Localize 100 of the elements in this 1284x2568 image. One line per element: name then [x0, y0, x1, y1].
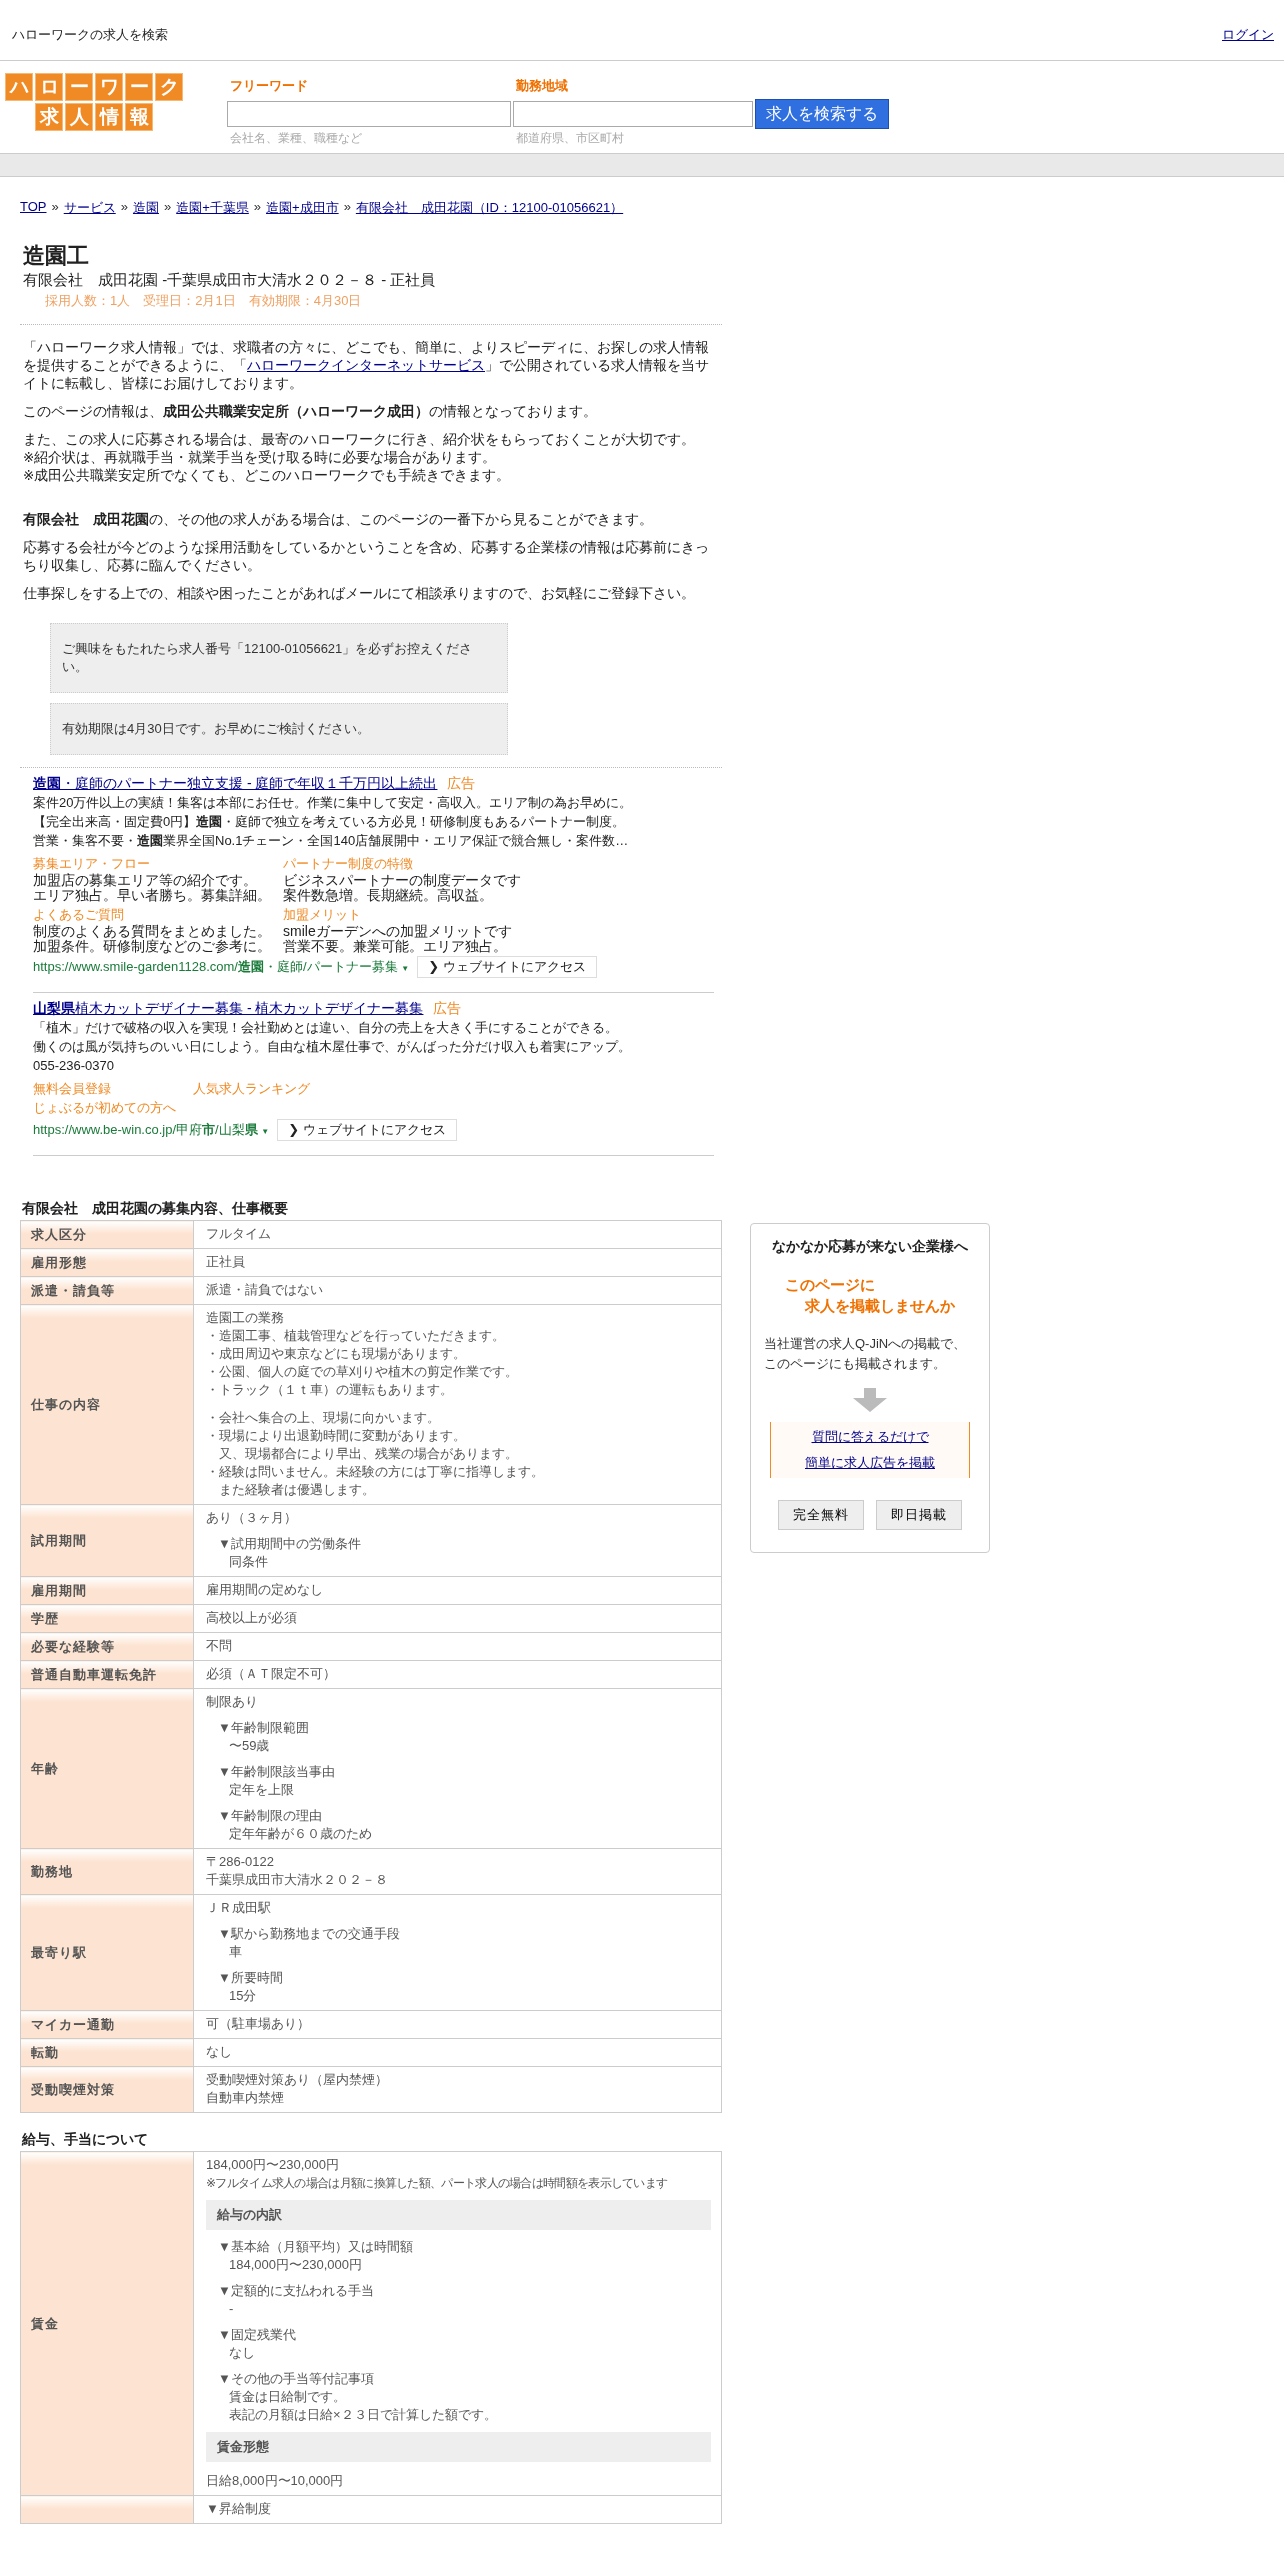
logo-tile: ー: [125, 73, 153, 101]
logo-tile: ハ: [5, 73, 33, 101]
ad-title-link[interactable]: 山梨県植木カットデザイナー募集 - 植木カットデザイナー募集: [33, 1000, 424, 1016]
caret-icon[interactable]: ▼: [261, 1126, 270, 1136]
cell-text: 不問: [206, 1637, 233, 1655]
cell-subheading: 給与の内訳: [206, 2200, 711, 2230]
breadcrumb-separator: »: [51, 199, 59, 216]
login-link[interactable]: ログイン: [1222, 26, 1274, 44]
sitelink-text: 営業不要。兼業可能。エリア独占。: [283, 938, 507, 954]
row-label: 試用期間: [20, 1504, 194, 1577]
ad-label: 広告: [447, 775, 476, 791]
logo-tile: ー: [65, 73, 93, 101]
breadcrumb-link[interactable]: 造園+千葉県: [176, 199, 249, 217]
search-button[interactable]: 求人を検索する: [755, 99, 889, 129]
logo-tile: ロ: [35, 73, 63, 101]
note-text: 184,000円〜230,000円: [229, 2256, 363, 2274]
logo-tile: 情: [95, 103, 123, 131]
note-heading: ▼固定残業代: [218, 2326, 297, 2344]
field-hint: 会社名、業種、職種など: [230, 130, 363, 147]
ad-title-link[interactable]: 造園・庭師のパートナー独立支援 - 庭師で年収１千万円以上続出: [33, 775, 438, 791]
row-label: マイカー通勤: [20, 2010, 194, 2039]
search-field[interactable]: [513, 101, 753, 127]
note-heading: ▼年齢制限該当事由: [218, 1763, 336, 1781]
intro-paragraph: 応募する会社が今どのような採用活動をしているかということを含め、応募する企業様の情報は応募前にきっちり収集し、応募に臨んでください。: [23, 539, 710, 575]
cell-text: 雇用期間の定めなし: [206, 1581, 324, 1599]
breadcrumb-link[interactable]: サービス: [63, 199, 116, 217]
intro-paragraph: 有限会社 成田花園の、その他の求人がある場合は、このページの一番下から見ることができます。: [23, 511, 654, 529]
sidebar-catchphrase: このページに: [785, 1276, 875, 1295]
search-field[interactable]: [227, 101, 511, 127]
sidebar-title: なかなか応募が来ない企業様へ: [772, 1238, 968, 1256]
cell-text: なし: [206, 2043, 233, 2061]
breadcrumb-separator: »: [343, 199, 351, 216]
cell-text: 正社員: [206, 1253, 246, 1271]
row-label: 年齢: [20, 1688, 194, 1849]
sidebar-catchphrase: 求人を掲載しませんか: [805, 1297, 955, 1316]
job-meta: 採用人数：1人 受理日：2月1日 有効期限：4月30日: [45, 292, 363, 310]
notice-box: ご興味をもたれたら求人番号「12100-01056621」を必ずお控えください。: [50, 623, 508, 693]
cell-text: 制限あり: [206, 1693, 259, 1711]
logo-tile: 人: [65, 103, 93, 131]
row-label: 雇用期間: [20, 1576, 194, 1605]
cell-text: 184,000円〜230,000円: [206, 2156, 340, 2174]
visit-site-button[interactable]: ❯ ウェブサイトにアクセス: [277, 1119, 457, 1141]
section-heading: 有限会社 成田花園の募集内容、仕事概要: [22, 1200, 289, 1218]
breadcrumb-separator: »: [253, 199, 262, 216]
intro-paragraph: また、この求人に応募される場合は、最寄のハローワークに行き、紹介状をもらっておくことが大切です。 ※紹介状は、再就職手当・就業手当を受け取る時に必要な場合があります。 ※成田公共職業安定所でなくても、どこのハローワークでも手続きできます。: [23, 431, 696, 485]
note-heading: ▼その他の手当等付記事項: [218, 2370, 375, 2388]
note-text: 定年を上限: [229, 1781, 295, 1799]
visit-site-button[interactable]: ❯ ウェブサイトにアクセス: [417, 956, 597, 978]
caret-icon[interactable]: ▼: [401, 963, 410, 973]
sitelink-text: smileガーデンへの加盟メリットです: [283, 923, 512, 939]
row-label: 雇用形態: [20, 1248, 194, 1277]
intro-paragraph: 仕事探しをする上での、相談や困ったことがあればメールにて相談承りますので、お気軽にご登録下さい。: [23, 585, 696, 603]
note-heading: ▼基本給（月額平均）又は時間額: [218, 2238, 414, 2256]
sidebar-button[interactable]: 即日掲載: [876, 1500, 962, 1530]
note-heading: ▼年齢制限の理由: [218, 1807, 323, 1825]
note-heading: ▼年齢制限範囲: [218, 1719, 310, 1737]
breadcrumb-link[interactable]: 有限会社 成田花園（ID：12100-01056621）: [355, 199, 624, 217]
note-text: なし: [229, 2344, 256, 2362]
sidebar-button[interactable]: 完全無料: [778, 1500, 864, 1530]
cell-text: 派遣・請負ではない: [206, 1281, 324, 1299]
cell-subheading: 賃金形態: [206, 2432, 711, 2462]
breadcrumb-link[interactable]: 造園+成田市: [266, 199, 339, 217]
row-label: 学歴: [20, 1604, 194, 1633]
note-text: 〜59歳: [229, 1737, 271, 1755]
sidebar-link[interactable]: 簡単に求人広告を掲載: [805, 1454, 935, 1472]
cell-text: 〒286-0122 千葉県成田市大清水２０２－８: [206, 1853, 389, 1889]
note-heading: ▼試用期間中の労働条件: [218, 1535, 362, 1553]
row-label: 仕事の内容: [20, 1304, 194, 1505]
cell-text: ＪＲ成田駅: [206, 1899, 272, 1917]
breadcrumb-separator: »: [120, 199, 128, 216]
breadcrumb-link[interactable]: TOP: [20, 199, 47, 217]
cell-text: 日給8,000円〜10,000円: [206, 2472, 345, 2490]
cell-text: 高校以上が必須: [206, 1609, 298, 1627]
cell-text: フルタイム: [206, 1225, 272, 1243]
cell-text: ▼昇給制度: [206, 2500, 272, 2518]
sidebar-text: 当社運営の求人Q-JiNへの掲載で、このページにも掲載されます。: [764, 1335, 968, 1373]
note-heading: ▼定額的に支払われる手当: [218, 2282, 375, 2300]
row-label: 転勤: [20, 2038, 194, 2067]
job-subtitle: 有限会社 成田花園 -千葉県成田市大清水２０２－８ - 正社員: [23, 271, 437, 290]
logo-tile: 求: [35, 103, 63, 131]
section-heading: 給与、手当について: [22, 2131, 149, 2149]
breadcrumb-link[interactable]: 造園: [132, 199, 159, 217]
service-link[interactable]: ハローワークインターネットサービス: [247, 358, 485, 373]
sitelink-text: 加盟店の募集エリア等の紹介です。: [33, 872, 257, 888]
ad-description: 「植木」だけで破格の収入を実現！会社勤めとは違い、自分の売上を大きく手にすることができる。: [33, 1020, 618, 1035]
row-label: 普通自動車運転免許: [20, 1660, 194, 1689]
row-label: 必要な経験等: [20, 1632, 194, 1661]
logo-tile: 報: [125, 103, 153, 131]
row-label: 受動喫煙対策: [20, 2066, 194, 2113]
job-title: 造園工: [23, 242, 90, 270]
notice-box: 有効期限は4月30日です。お早めにご検討ください。: [50, 703, 508, 755]
ad-description: 働くのは風が気持ちのいい日にしよう。自由な植木屋仕事で、がんばった分だけ収入も着実にアップ。: [33, 1039, 631, 1054]
intro-paragraph: 「ハローワーク求人情報」では、求職者の方々に、どこでも、簡単に、よりスピーディに、お探しの求人情報を提供することができるように、「ハローワークインターネットサービス」で公開されている求人情報を当サイトに転載し、皆様にお届けしております。: [23, 339, 710, 393]
site-title: ハローワークの求人を検索: [12, 26, 168, 44]
field-label: 勤務地域: [516, 77, 569, 95]
row-label: 勤務地: [20, 1848, 194, 1895]
note-text: 賃金は日給制です。 表記の月額は日給×２３日で計算した額です。: [229, 2388, 498, 2424]
sidebar-link[interactable]: 質問に答えるだけで: [811, 1428, 929, 1446]
cell-text: 可（駐車場あり）: [206, 2015, 311, 2033]
note-text: -: [229, 2300, 235, 2318]
